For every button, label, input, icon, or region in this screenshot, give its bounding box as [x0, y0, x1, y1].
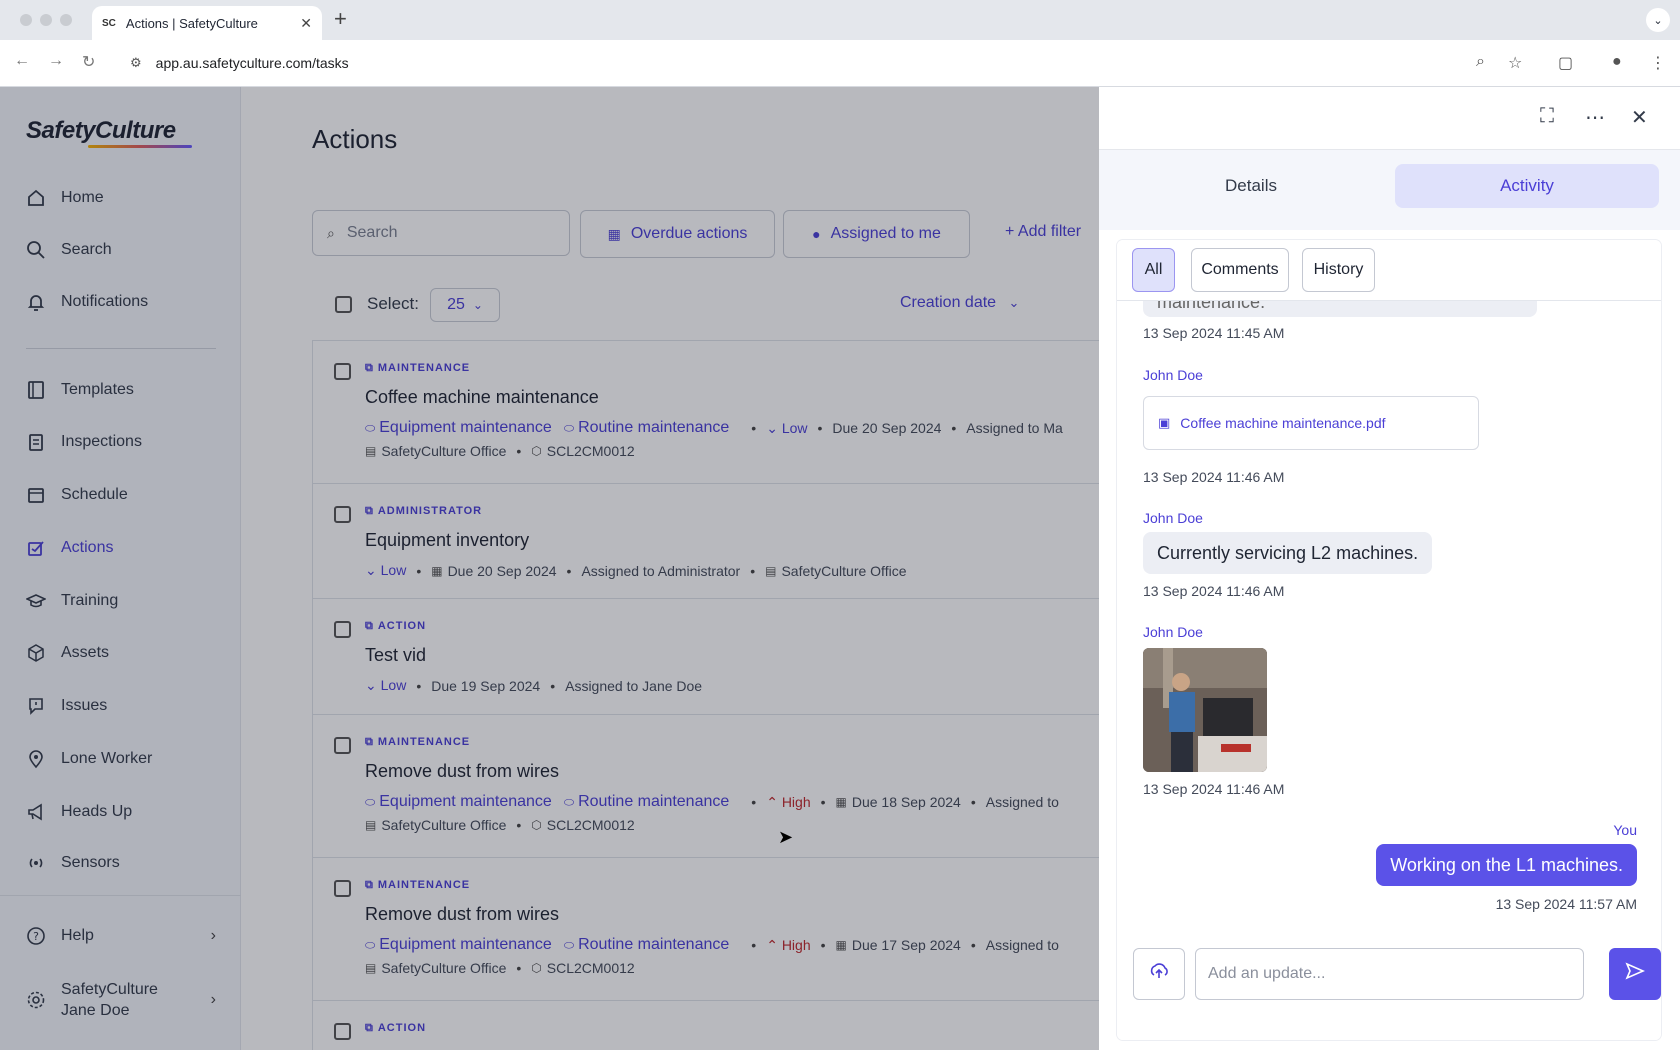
browser-tab-bar: SC Actions | SafetyCulture ✕ + ⌄	[0, 0, 1680, 40]
extensions-icon[interactable]: ▢	[1558, 53, 1573, 73]
comment-author: John Doe	[1143, 510, 1203, 526]
chip-all[interactable]: All	[1132, 248, 1175, 292]
timestamp: 13 Sep 2024 11:57 AM	[1495, 896, 1637, 912]
tab-title: Actions | SafetyCulture	[125, 15, 258, 31]
browser-tab[interactable]: SC Actions | SafetyCulture ✕	[92, 6, 322, 40]
comment-bubble: Currently servicing L2 machines.	[1143, 532, 1433, 574]
my-comment-bubble: Working on the L1 machines.	[1376, 844, 1637, 886]
profile-icon[interactable]: ●	[1612, 53, 1622, 71]
action-detail-panel: ⛶ ⋯ ✕ Details Activity All Comments Hist…	[1099, 87, 1680, 1050]
address-bar-row: ← → ↻ ⚙ app.au.safetyculture.com/tasks ⌕…	[0, 40, 1680, 87]
timestamp: 13 Sep 2024 11:46 AM	[1143, 781, 1285, 797]
attachment-name: Coffee machine maintenance.pdf	[1180, 415, 1386, 431]
upload-button[interactable]	[1133, 948, 1185, 1000]
close-icon[interactable]: ✕	[1631, 105, 1648, 130]
reload-icon[interactable]: ↻	[82, 52, 95, 72]
comment-author: John Doe	[1143, 624, 1203, 640]
tab-activity[interactable]: Activity	[1395, 164, 1659, 208]
tab-details[interactable]: Details	[1119, 164, 1383, 208]
panel-tabs: Details Activity	[1099, 150, 1680, 230]
timestamp: 13 Sep 2024 11:46 AM	[1143, 469, 1285, 485]
app-root: SafetyCulture Home Search Notifications …	[0, 87, 1680, 1050]
site-info-icon[interactable]: ⚙	[130, 55, 142, 71]
compose-area	[1117, 948, 1661, 1040]
url-field[interactable]: ⚙ app.au.safetyculture.com/tasks	[118, 46, 1558, 80]
attachment-file[interactable]: ▣ Coffee machine maintenance.pdf	[1143, 396, 1479, 450]
comment-author-me: You	[1613, 822, 1637, 838]
tab-close-icon[interactable]: ✕	[300, 15, 312, 32]
send-icon	[1624, 960, 1646, 988]
chip-comments[interactable]: Comments	[1191, 248, 1289, 292]
expand-icon[interactable]: ⛶	[1540, 105, 1554, 128]
favicon-icon: SC	[102, 17, 116, 29]
activity-feed-card: All Comments History maintenance. 13 Sep…	[1117, 240, 1661, 1040]
activity-feed: maintenance. 13 Sep 2024 11:45 AM John D…	[1117, 287, 1661, 931]
update-input[interactable]	[1195, 948, 1584, 1000]
photo-thumbnail[interactable]	[1143, 648, 1267, 772]
upload-icon	[1148, 960, 1170, 988]
window-zoom-dot[interactable]	[60, 14, 72, 26]
window-close-dot[interactable]	[20, 14, 32, 26]
timestamp: 13 Sep 2024 11:45 AM	[1143, 325, 1285, 341]
new-tab-icon[interactable]: +	[334, 8, 347, 30]
bookmark-star-icon[interactable]: ☆	[1508, 53, 1522, 73]
window-minimize-dot[interactable]	[40, 14, 52, 26]
zoom-icon[interactable]: ⌕	[1476, 53, 1485, 71]
send-button[interactable]	[1609, 948, 1661, 1000]
back-icon[interactable]: ←	[14, 52, 30, 70]
tab-search-icon[interactable]: ⌄	[1646, 8, 1670, 32]
mouse-cursor: ➤	[778, 827, 794, 847]
chip-history[interactable]: History	[1302, 248, 1375, 292]
panel-toolbar: ⛶ ⋯ ✕	[1099, 87, 1680, 150]
url-text: app.au.safetyculture.com/tasks	[155, 55, 349, 71]
activity-filter-chips: All Comments History	[1117, 240, 1661, 301]
timestamp: 13 Sep 2024 11:46 AM	[1143, 583, 1285, 599]
file-icon: ▣	[1158, 415, 1171, 430]
modal-backdrop[interactable]	[0, 87, 1099, 1050]
comment-author: John Doe	[1143, 367, 1203, 383]
forward-icon[interactable]: →	[48, 52, 64, 70]
chrome-menu-icon[interactable]: ⋮	[1650, 53, 1666, 73]
more-options-icon[interactable]: ⋯	[1585, 105, 1605, 130]
